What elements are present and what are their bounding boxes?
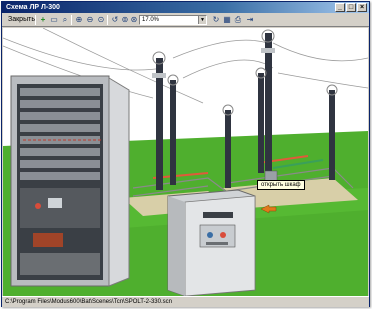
print-icon[interactable]: ⎙ — [233, 15, 243, 25]
minimize-button[interactable]: _ — [335, 3, 345, 12]
exit-icon[interactable]: ⇥ — [245, 15, 255, 25]
add-icon[interactable]: + — [38, 15, 48, 25]
scene-viewport[interactable] — [3, 28, 368, 296]
rotate-left-icon[interactable]: ↺ — [110, 15, 120, 25]
find-icon[interactable]: ⌕ — [60, 15, 70, 25]
rotate-right-icon[interactable]: ↻ — [211, 15, 221, 25]
status-path: C:\Program Files\Modus600\Bat\Scenes\Tcn… — [5, 299, 172, 305]
zoom-in-icon[interactable]: ⊕ — [74, 15, 84, 25]
toolbar-separator — [35, 15, 36, 25]
cabinet-door[interactable] — [108, 77, 130, 287]
maximize-button[interactable]: □ — [346, 3, 356, 12]
tooltip: открыть шкаф — [257, 180, 305, 190]
zoom-select[interactable]: 17.0% ▼ — [139, 15, 207, 25]
zoom-area-icon[interactable]: ⊙ — [96, 15, 106, 25]
zoom-value: 17.0% — [142, 17, 160, 23]
tiles-icon[interactable]: ▦ — [222, 15, 232, 25]
title-bar: Схема ЛР Л-300 _ □ × — [2, 2, 369, 13]
window-controls: _ □ × — [335, 3, 367, 12]
zoom-reset-icon[interactable]: ⊛ — [129, 15, 139, 25]
toolbar-separator — [71, 15, 72, 25]
status-bar: C:\Program Files\Modus600\Bat\Scenes\Tcn… — [2, 296, 369, 307]
window-title: Схема ЛР Л-300 — [6, 4, 60, 11]
nameplate — [203, 212, 233, 218]
close-button[interactable]: Закрыть — [6, 15, 37, 25]
page-icon[interactable]: ▭ — [49, 15, 59, 25]
control-cabinet[interactable] — [167, 189, 256, 296]
zoom-out-icon[interactable]: ⊖ — [85, 15, 95, 25]
substation-scene — [3, 28, 368, 296]
toolbar: Закрыть + ▭ ⌕ ⊕ ⊖ ⊙ ↺ ⊚ ⊛ 17.0% ▼ ↻ ▦ ⎙ … — [2, 13, 369, 27]
toolbar-separator — [107, 15, 108, 25]
close-window-button[interactable]: × — [357, 3, 367, 12]
scene-window: Схема ЛР Л-300 _ □ × Закрыть + ▭ ⌕ ⊕ ⊖ ⊙… — [1, 1, 370, 307]
relay-cabinet[interactable] — [10, 75, 130, 287]
chevron-down-icon[interactable]: ▼ — [198, 16, 206, 24]
